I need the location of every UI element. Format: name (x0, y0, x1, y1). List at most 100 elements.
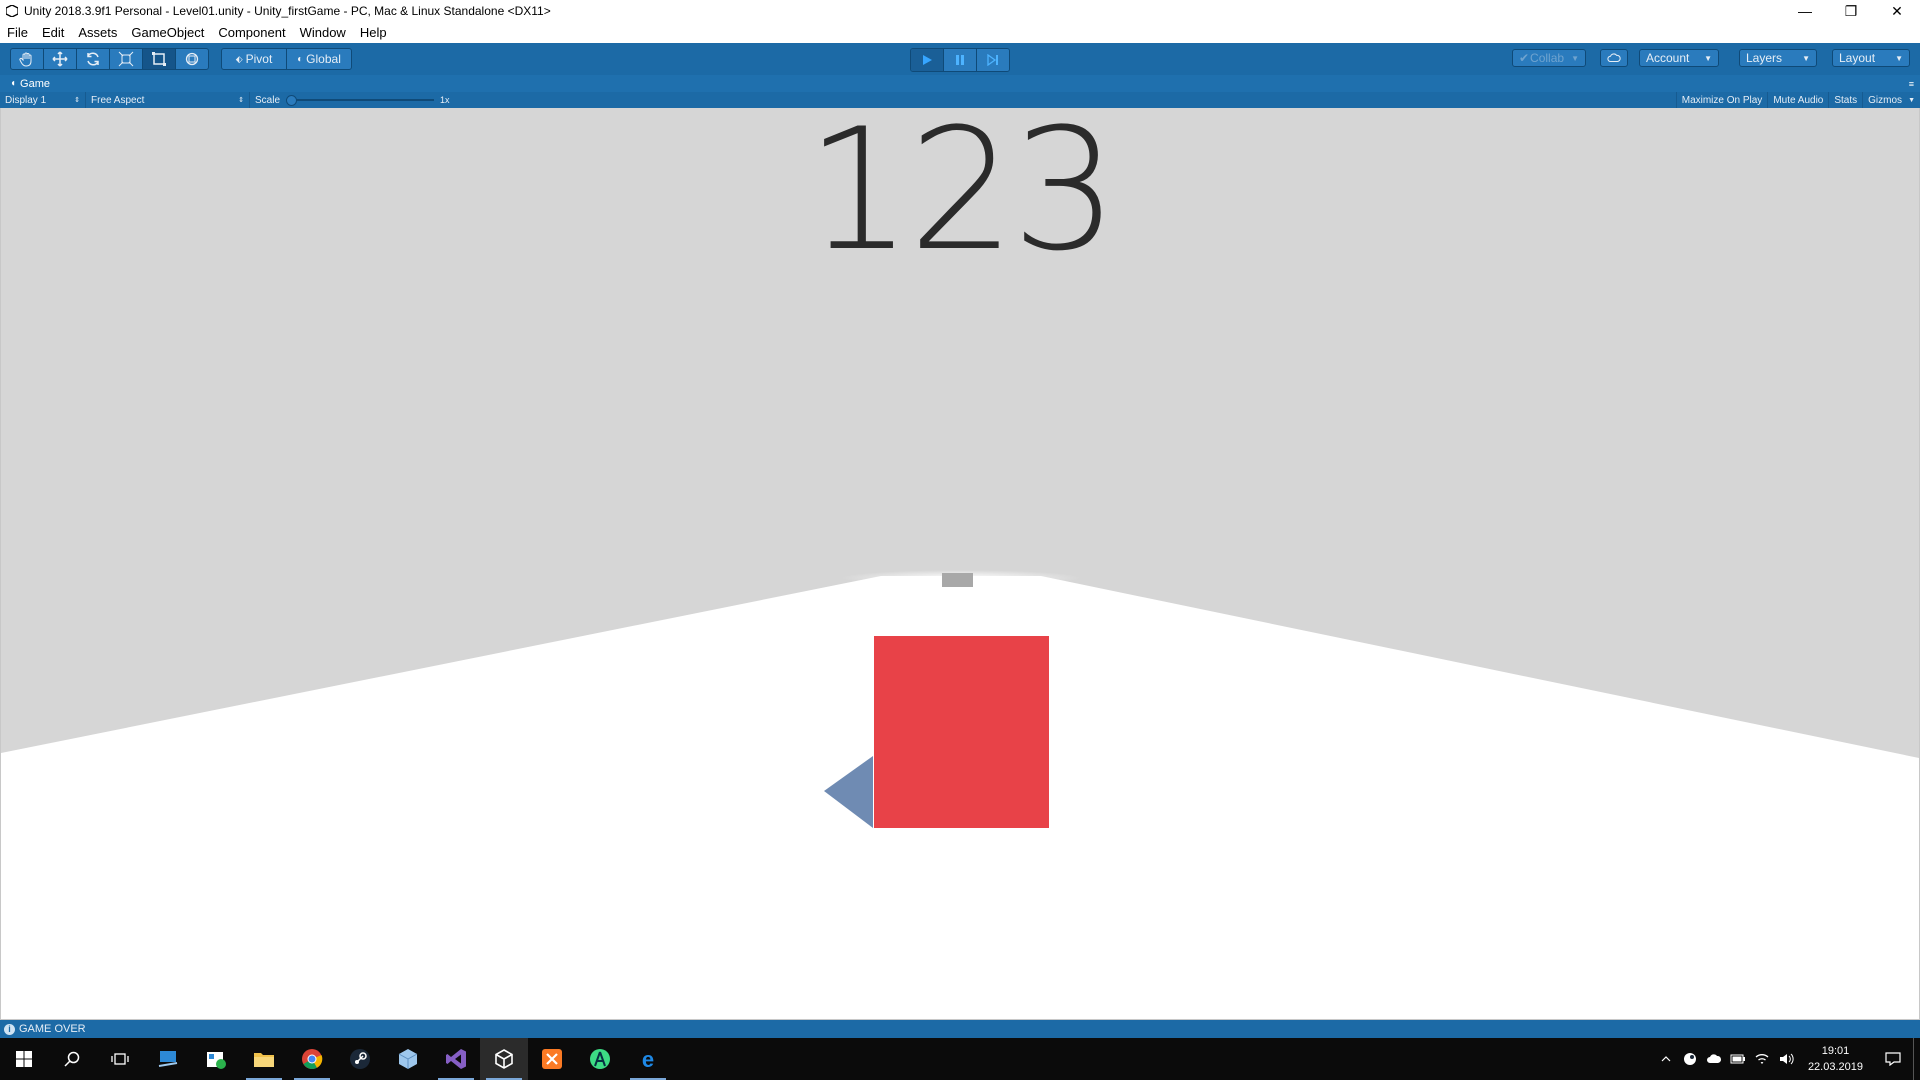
maximize-on-play-toggle[interactable]: Maximize On Play (1675, 92, 1769, 108)
account-dropdown[interactable]: Account ▼ (1639, 49, 1719, 67)
battery-icon[interactable] (1726, 1038, 1750, 1080)
status-message[interactable]: GAME OVER (19, 1023, 86, 1035)
taskbar-visual-studio[interactable] (432, 1038, 480, 1080)
main-toolbar: ⬖ Pivot ◐ Global ✔ Collab ▼ Account ▼ La… (0, 43, 1920, 75)
menu-component[interactable]: Component (211, 25, 292, 40)
taskbar-file-explorer[interactable] (240, 1038, 288, 1080)
maximize-button[interactable]: ❐ (1828, 0, 1874, 22)
global-label: Global (306, 52, 341, 66)
visual-studio-icon (446, 1049, 466, 1069)
menu-edit[interactable]: Edit (35, 25, 71, 40)
aspect-dropdown[interactable]: Free Aspect ⇕ (86, 92, 250, 108)
clock-time: 19:01 (1821, 1045, 1850, 1057)
display-dropdown[interactable]: Display 1 ⇕ (0, 92, 86, 108)
menu-bar: File Edit Assets GameObject Component Wi… (0, 22, 1920, 43)
pivot-label: Pivot (245, 52, 273, 66)
scale-slider-thumb[interactable] (286, 95, 298, 106)
chevron-down-icon: ▼ (1802, 53, 1810, 63)
tab-menu-icon: ≡ (1908, 78, 1914, 89)
store-app-icon (207, 1052, 226, 1069)
close-button[interactable]: ✕ (1874, 0, 1920, 22)
chevron-down-icon: ▼ (1704, 53, 1712, 63)
unity-icon (495, 1049, 513, 1069)
svg-text:e: e (642, 1048, 654, 1070)
taskbar-edge[interactable]: e (624, 1038, 672, 1080)
pause-icon (956, 55, 964, 65)
taskbar-xampp[interactable] (528, 1038, 576, 1080)
taskbar-chrome[interactable] (288, 1038, 336, 1080)
onedrive-icon[interactable] (1702, 1038, 1726, 1080)
play-icon (923, 55, 932, 65)
stats-toggle[interactable]: Stats (1829, 92, 1864, 108)
notification-center-button[interactable] (1873, 1038, 1913, 1080)
global-toggle[interactable]: ◐ Global (287, 49, 351, 69)
cloud-button[interactable] (1600, 49, 1628, 67)
game-tab-icon: ◖ (10, 78, 17, 89)
steam-tray-icon[interactable] (1678, 1038, 1702, 1080)
tab-game[interactable]: Game (20, 78, 50, 90)
step-icon (987, 54, 998, 66)
chevron-up-icon[interactable] (1654, 1038, 1678, 1080)
notification-icon (1885, 1052, 1901, 1066)
rect-tool-button[interactable] (143, 49, 176, 69)
menu-help[interactable]: Help (353, 25, 394, 40)
taskbar-remote-app[interactable] (144, 1038, 192, 1080)
menu-window[interactable]: Window (293, 25, 353, 40)
layout-dropdown[interactable]: Layout ▼ (1832, 49, 1910, 67)
account-label: Account (1646, 51, 1690, 65)
step-button[interactable] (977, 49, 1009, 71)
mute-audio-toggle[interactable]: Mute Audio (1768, 92, 1830, 108)
aspect-label: Free Aspect (91, 94, 145, 106)
windows-start-icon (16, 1051, 32, 1067)
clock[interactable]: 19:01 22.03.2019 (1798, 1043, 1873, 1075)
rect-tool-icon (152, 52, 166, 66)
pause-button[interactable] (944, 49, 977, 71)
play-button[interactable] (911, 49, 944, 71)
wifi-icon[interactable] (1750, 1038, 1774, 1080)
file-explorer-icon (254, 1053, 274, 1067)
chrome-icon (302, 1049, 323, 1069)
cloud-icon (1607, 53, 1621, 63)
hand-tool-button[interactable] (11, 49, 44, 69)
taskbar-unity[interactable] (480, 1038, 528, 1080)
taskbar-box-app[interactable] (384, 1038, 432, 1080)
transform-tool-button[interactable] (176, 49, 208, 69)
taskbar-store-app[interactable] (192, 1038, 240, 1080)
transform-tools (10, 48, 209, 70)
xampp-icon (542, 1049, 562, 1069)
info-icon: i (4, 1023, 15, 1035)
pivot-toggle[interactable]: ⬖ Pivot (222, 49, 287, 69)
rotate-tool-button[interactable] (77, 49, 110, 69)
taskbar: e 19:01 22.03.2019 (0, 1038, 1920, 1080)
volume-icon[interactable] (1774, 1038, 1798, 1080)
move-tool-button[interactable] (44, 49, 77, 69)
taskbar-steam[interactable] (336, 1038, 384, 1080)
steam-icon (350, 1049, 370, 1069)
gizmos-dropdown[interactable]: Gizmos ▼ (1863, 92, 1920, 108)
game-view-toolbar: Display 1 ⇕ Free Aspect ⇕ Scale 1x Maxim… (0, 92, 1920, 108)
collab-label: Collab (1530, 51, 1565, 65)
menu-assets[interactable]: Assets (71, 25, 124, 40)
globe-icon: ◐ (297, 53, 304, 65)
layers-dropdown[interactable]: Layers ▼ (1739, 49, 1817, 67)
show-desktop-button[interactable] (1913, 1038, 1920, 1080)
start-button[interactable] (0, 1038, 48, 1080)
scale-slider[interactable] (286, 95, 435, 106)
menu-file[interactable]: File (0, 25, 35, 40)
layout-label: Layout (1839, 51, 1876, 65)
unity-logo-icon (4, 3, 20, 19)
menu-gameobject[interactable]: GameObject (124, 25, 211, 40)
minimize-button[interactable]: — (1782, 0, 1828, 22)
game-viewport[interactable]: 123 (1, 108, 1919, 1019)
move-arrows-icon (52, 51, 68, 67)
task-view-button[interactable] (96, 1038, 144, 1080)
chevron-down-icon: ▼ (1895, 53, 1903, 63)
taskbar-android-studio[interactable] (576, 1038, 624, 1080)
chevron-down-icon: ▼ (1908, 96, 1915, 104)
android-studio-icon (590, 1049, 610, 1069)
chevron-down-icon: ▼ (1571, 53, 1579, 63)
system-tray: 19:01 22.03.2019 (1654, 1038, 1920, 1080)
search-button[interactable] (48, 1038, 96, 1080)
scale-tool-button[interactable] (110, 49, 143, 69)
collab-dropdown[interactable]: ✔ Collab ▼ (1512, 49, 1586, 67)
